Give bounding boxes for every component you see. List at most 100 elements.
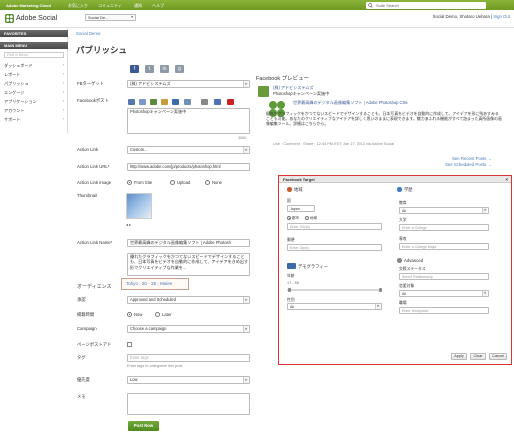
schedule-now-radio[interactable] bbox=[127, 312, 132, 317]
sidebar-item-engage[interactable]: エンゲージ › bbox=[4, 90, 64, 96]
chevron-right-icon: › bbox=[62, 81, 64, 85]
translate-icon[interactable] bbox=[172, 99, 179, 105]
nav-community[interactable]: コミュニティ bbox=[98, 3, 122, 9]
cancel-button[interactable]: Cancel bbox=[489, 353, 507, 360]
suite-search-placeholder: Suite Search bbox=[376, 2, 399, 8]
gender-select[interactable]: All ▾ bbox=[287, 303, 382, 310]
image-from-site-label: From Site bbox=[134, 180, 153, 185]
approval-select[interactable]: Approved and Scheduled ▾ bbox=[127, 296, 250, 304]
fb-post-textarea[interactable]: Photoshopキャンペーン実施中 bbox=[127, 108, 250, 134]
location-pin-icon bbox=[287, 187, 292, 192]
gender-value: All bbox=[290, 305, 294, 309]
priority-select[interactable]: Low ▾ bbox=[127, 376, 250, 384]
account-select[interactable]: Social De... ▾ bbox=[85, 14, 136, 21]
workplace-input[interactable]: Enter Workplace bbox=[399, 307, 489, 314]
sidebar-main-menu-header[interactable]: MAIN MENU bbox=[0, 42, 68, 49]
region-label: 地域 bbox=[310, 216, 317, 220]
clear-button[interactable]: Clear bbox=[470, 353, 486, 360]
message-icon[interactable] bbox=[184, 99, 191, 105]
education-status-select[interactable]: All ▾ bbox=[399, 207, 489, 214]
schedule-later-radio[interactable] bbox=[155, 312, 160, 317]
audience-target-summary[interactable]: Tokyo ; 20 - 35 ; Males bbox=[121, 278, 189, 290]
major-input[interactable]: Enter a College Major bbox=[399, 243, 489, 250]
age-slider-max-handle[interactable] bbox=[379, 288, 382, 292]
linkedin-tab-icon[interactable]: in bbox=[160, 65, 169, 73]
brand-title: Adobe Social bbox=[16, 15, 58, 22]
page-post-ad-checkbox[interactable] bbox=[127, 342, 132, 347]
see-recent-posts-link[interactable]: See Recent Posts → bbox=[452, 156, 492, 161]
calendar-icon[interactable] bbox=[161, 99, 168, 105]
chevron-right-icon: › bbox=[62, 63, 64, 67]
sidebar-favorites-header[interactable]: FAVORITES bbox=[0, 30, 68, 37]
sidebar-item-applications[interactable]: アプリケーション › bbox=[4, 99, 64, 105]
top-nav-bar: Adobe Marketing Cloud お気に入り コミュニティ 通知 ヘル… bbox=[0, 0, 514, 10]
region-radio[interactable] bbox=[305, 216, 309, 220]
nav-notifications[interactable]: 通知 bbox=[134, 3, 142, 9]
action-link-url-value: http://www.adobe.com/jp/products/photosh… bbox=[130, 164, 221, 169]
country-select[interactable]: Japan bbox=[287, 205, 315, 212]
description-textarea[interactable]: 優れたグラフィックをかつてないスピードでデザインすることも、日本写真をビデオを自… bbox=[127, 253, 250, 276]
city-input[interactable]: Enter City(s) bbox=[287, 223, 382, 230]
image-from-site-radio[interactable] bbox=[127, 180, 132, 185]
twitter-tab-icon[interactable]: t bbox=[145, 65, 154, 73]
facebook-tab-icon[interactable]: f bbox=[130, 65, 139, 73]
image-upload-radio[interactable] bbox=[170, 180, 175, 185]
nav-help[interactable]: ヘルプ bbox=[152, 3, 164, 9]
marketing-cloud-link[interactable]: Adobe Marketing Cloud bbox=[6, 3, 51, 8]
save-icon[interactable] bbox=[201, 99, 208, 105]
schedule-now-label: Now bbox=[134, 312, 143, 317]
interested-in-select[interactable]: All ▾ bbox=[399, 290, 489, 297]
see-scheduled-posts-link[interactable]: See Scheduled Posts → bbox=[445, 162, 492, 167]
city-label: 都市 bbox=[292, 216, 299, 220]
image-none-radio[interactable] bbox=[205, 180, 210, 185]
post-now-button[interactable]: Post Now bbox=[128, 421, 159, 431]
fb-target-select[interactable]: (株) アドビシステムズ ▾ bbox=[127, 80, 250, 88]
memo-textarea[interactable] bbox=[127, 393, 250, 415]
campaign-select[interactable]: Choose a campaign ▾ bbox=[127, 325, 250, 333]
chevron-down-icon: ▾ bbox=[482, 291, 487, 296]
google-plus-tab-icon[interactable]: g bbox=[175, 65, 184, 73]
preview-link-title[interactable]: 世界最高峰のデジタル画像編集ソフト | Adobe Photoshop CS6 bbox=[293, 100, 501, 105]
thumbnail-image[interactable] bbox=[126, 193, 152, 219]
city-radio[interactable] bbox=[287, 216, 291, 220]
preview-meta: Like · Comment · Share · 12:44 PM EST, J… bbox=[273, 142, 395, 146]
action-link-url-label: Action Link URL* bbox=[77, 164, 110, 169]
action-link-image-label: Action Link Image bbox=[77, 180, 112, 185]
sidebar-item-publish[interactable]: パブリッシュ › bbox=[4, 81, 64, 87]
preview-page-name[interactable]: (株) アドビシステムズ bbox=[273, 85, 314, 90]
age-slider-min-handle[interactable] bbox=[288, 288, 291, 292]
sidebar-item-dashboard[interactable]: ダッシュボード › bbox=[4, 63, 64, 69]
college-input[interactable]: Enter a College bbox=[399, 224, 489, 231]
photo-icon[interactable] bbox=[128, 99, 135, 105]
chevron-right-icon: › bbox=[62, 117, 64, 121]
video-icon[interactable] bbox=[139, 99, 146, 105]
action-link-name-input[interactable]: 世界最高峰のデジタル画像編集ソフト | Adobe Photosh bbox=[127, 239, 250, 247]
age-slider-track[interactable] bbox=[287, 289, 382, 291]
sidebar-search-input[interactable]: Find in Menu bbox=[4, 52, 64, 58]
thumbnail-nav[interactable]: ◂ ▸ bbox=[126, 222, 131, 227]
apply-button[interactable]: Apply bbox=[451, 353, 467, 360]
workplace-label: 職場 bbox=[399, 301, 407, 305]
chevron-down-icon: ▾ bbox=[375, 304, 380, 309]
suite-search-input[interactable]: Suite Search bbox=[366, 1, 486, 9]
relationship-input[interactable]: Select Relationship bbox=[399, 273, 489, 280]
breadcrumb[interactable]: Social Demo bbox=[76, 31, 100, 36]
sidebar-item-accounts[interactable]: アカウント › bbox=[4, 108, 64, 114]
sidebar-item-support[interactable]: サポート › bbox=[4, 117, 64, 123]
tags-input[interactable]: Enter tags bbox=[127, 354, 250, 362]
delete-icon[interactable] bbox=[227, 99, 234, 105]
link-icon[interactable] bbox=[150, 99, 157, 105]
approval-label: 承認 bbox=[77, 297, 86, 302]
action-link-url-input[interactable]: http://www.adobe.com/jp/products/photosh… bbox=[127, 163, 250, 171]
zip-input[interactable]: Enter Zip(s) bbox=[287, 244, 382, 251]
education-header: 学歴 bbox=[404, 187, 413, 192]
sidebar-item-reports[interactable]: レポート › bbox=[4, 72, 64, 78]
search-icon bbox=[368, 2, 373, 8]
chevron-right-icon: › bbox=[62, 90, 64, 94]
sign-out-link[interactable]: Sign Out bbox=[493, 14, 510, 19]
facebook-share-icon[interactable] bbox=[214, 99, 221, 105]
age-label: 年齢 bbox=[287, 274, 295, 278]
action-link-select[interactable]: Custom... ▾ bbox=[127, 146, 250, 154]
nav-favorites[interactable]: お気に入り bbox=[68, 3, 88, 9]
close-icon[interactable]: × bbox=[505, 176, 508, 183]
